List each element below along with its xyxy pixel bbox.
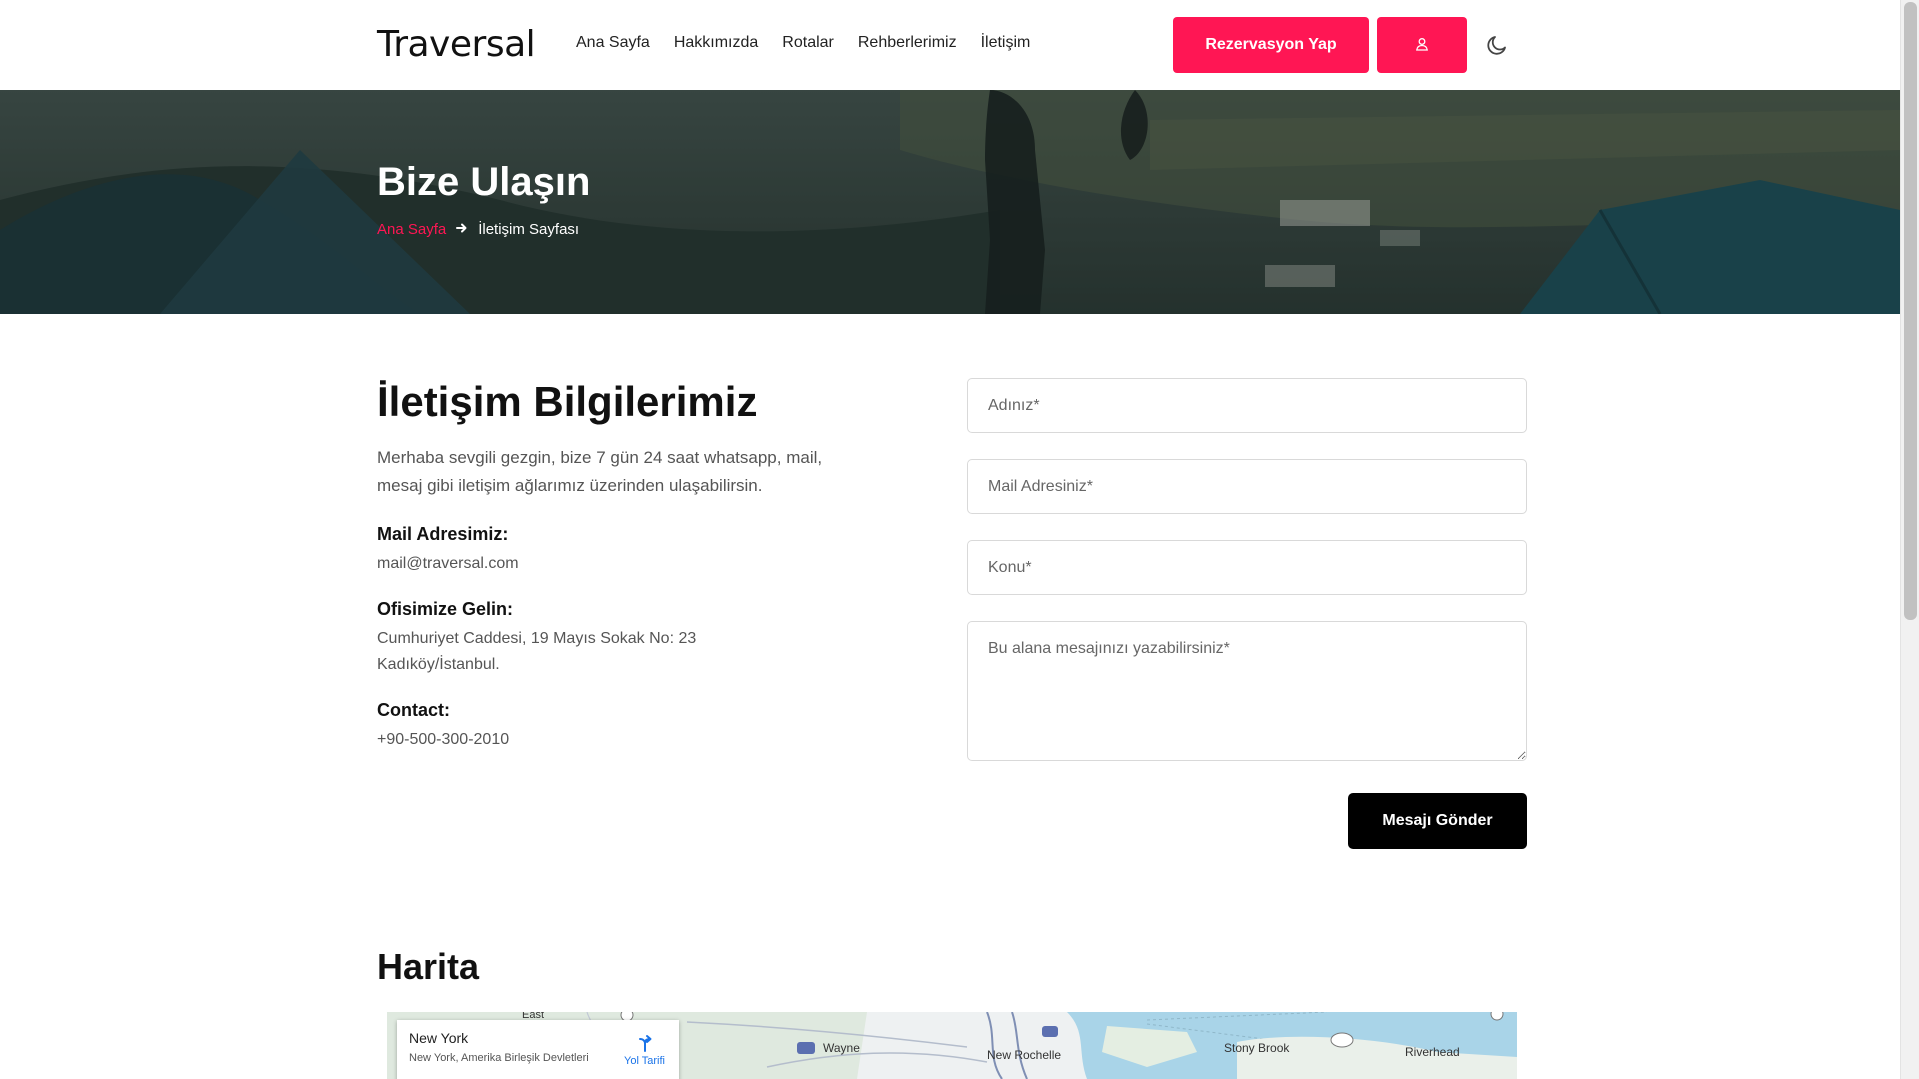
office-address-line-2: Kadıköy/İstanbul. [377, 656, 500, 673]
breadcrumb-current: İletişim Sayfası [478, 221, 580, 238]
reservation-button[interactable]: Rezervasyon Yap [1173, 17, 1369, 73]
office-label: Ofisimize Gelin: [377, 599, 514, 619]
page-title: Bize Ulaşın [377, 160, 591, 204]
map-label-wayne: Wayne [823, 1041, 860, 1055]
mail-label: Mail Adresimiz: [377, 524, 509, 544]
arrow-right-icon [456, 221, 468, 238]
directions-icon [636, 1035, 654, 1055]
scrollbar-thumb[interactable] [1904, 2, 1917, 620]
map-directions-link[interactable]: Yol Tarifi [624, 1034, 665, 1067]
mail-value: mail@traversal.com [377, 555, 519, 572]
office-info: Ofisimize Gelin: Cumhuriyet Caddesi, 19 … [377, 599, 696, 678]
map-shield-25 [1490, 1012, 1504, 1021]
site-header: Traversal Ana Sayfa Hakkımızda Rotalar R… [0, 0, 1900, 90]
page-scrollbar[interactable] [1900, 0, 1919, 1079]
main-nav: Ana Sayfa Hakkımızda Rotalar Rehberlerim… [576, 34, 1030, 52]
nav-item-contact[interactable]: İletişim [981, 34, 1031, 52]
message-textarea[interactable] [967, 621, 1527, 761]
subject-input[interactable] [967, 540, 1527, 595]
map-label-new-rochelle: New Rochelle [987, 1048, 1062, 1062]
phone-value: +90-500-300-2010 [377, 731, 510, 748]
page: Traversal Ana Sayfa Hakkımızda Rotalar R… [0, 0, 1919, 1079]
map-title: Harita [377, 946, 480, 987]
mail-info: Mail Adresimiz: mail@traversal.com [377, 524, 519, 577]
contact-info-description: Merhaba sevgili gezgin, bize 7 gün 24 sa… [377, 448, 823, 495]
map-shield-287 [797, 1042, 815, 1054]
map-place-card: New York New York, Amerika Birleşik Devl… [397, 1020, 679, 1079]
theme-toggle-button[interactable] [1483, 32, 1511, 60]
map-directions-label: Yol Tarifi [624, 1055, 665, 1067]
user-icon [1415, 37, 1429, 54]
nav-item-routes[interactable]: Rotalar [782, 34, 834, 52]
nav-item-guides[interactable]: Rehberlerimiz [858, 34, 957, 52]
email-input[interactable] [967, 459, 1527, 514]
map-shield-25a [1330, 1032, 1354, 1048]
map-label-riverhead: Riverhead [1405, 1045, 1460, 1059]
map-shield-95 [1042, 1026, 1058, 1037]
moon-icon [1485, 35, 1509, 60]
nav-item-home[interactable]: Ana Sayfa [576, 34, 650, 52]
site-logo[interactable]: Traversal [377, 24, 536, 65]
hero-background-image [0, 90, 1900, 314]
phone-info: Contact: +90-500-300-2010 [377, 700, 509, 753]
name-input[interactable] [967, 378, 1527, 433]
user-account-button[interactable] [1377, 17, 1467, 73]
map-embed[interactable]: East Wayne New Rochelle Stony Brook Rive… [387, 1012, 1517, 1079]
page-hero: Bize Ulaşın Ana Sayfa İletişim Sayfası [0, 90, 1900, 314]
office-address-line-1: Cumhuriyet Caddesi, 19 Mayıs Sokak No: 2… [377, 630, 697, 647]
send-message-button[interactable]: Mesajı Gönder [1348, 793, 1527, 849]
nav-item-about[interactable]: Hakkımızda [674, 34, 758, 52]
breadcrumb: Ana Sayfa İletişim Sayfası [377, 221, 579, 238]
contact-info-title: İletişim Bilgilerimiz [377, 378, 758, 425]
breadcrumb-home-link[interactable]: Ana Sayfa [377, 221, 446, 238]
contact-label: Contact: [377, 700, 450, 720]
map-label-stony-brook: Stony Brook [1224, 1041, 1290, 1055]
